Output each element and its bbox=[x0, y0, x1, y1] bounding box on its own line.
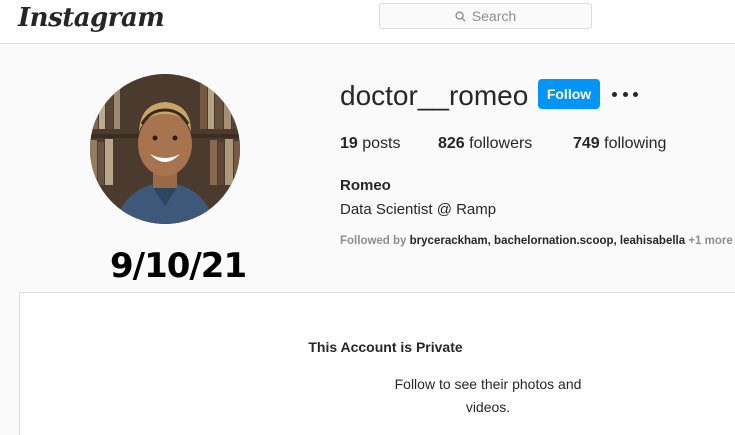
posts-count: 19 bbox=[340, 135, 358, 152]
private-subtitle: Follow to see their photos and videos. bbox=[394, 376, 582, 415]
top-nav-bar: Instagram Search bbox=[0, 0, 735, 44]
date-stamp-overlay: 9/10/21 bbox=[110, 246, 247, 286]
private-account-card: This Account is Private Follow to see th… bbox=[19, 292, 735, 435]
followers-label: followers bbox=[469, 135, 533, 152]
profile-full-name: Romeo bbox=[340, 177, 391, 194]
more-options-icon[interactable] bbox=[612, 84, 638, 104]
followers-count: 826 bbox=[438, 135, 465, 152]
avatar-photo bbox=[90, 74, 240, 224]
profile-bio: Data Scientist @ Ramp bbox=[340, 201, 497, 218]
followed-by-names: brycerackham, bachelornation.scoop, leah… bbox=[409, 235, 686, 247]
following-label: following bbox=[604, 135, 667, 152]
profile-avatar[interactable] bbox=[90, 74, 240, 224]
followed-by-line[interactable]: Followed by brycerackham, bachelornation… bbox=[340, 235, 733, 247]
followers-stat[interactable]: 826 followers bbox=[438, 135, 532, 153]
following-stat[interactable]: 749 following bbox=[573, 135, 666, 153]
dot bbox=[622, 91, 628, 97]
posts-stat: 19 posts bbox=[340, 135, 401, 153]
profile-username: doctor__romeo bbox=[340, 80, 529, 111]
following-count: 749 bbox=[573, 135, 600, 152]
private-title: This Account is Private bbox=[308, 339, 463, 355]
instagram-logo[interactable]: Instagram bbox=[18, 3, 165, 33]
followed-by-prefix: Followed by bbox=[340, 235, 407, 247]
dot bbox=[612, 91, 617, 97]
follow-button[interactable]: Follow bbox=[538, 79, 600, 109]
followed-by-more: +1 more bbox=[688, 235, 733, 247]
search-input[interactable]: Search bbox=[379, 3, 592, 29]
dot bbox=[633, 91, 638, 97]
posts-label: posts bbox=[362, 135, 401, 152]
search-placeholder: Search bbox=[471, 8, 517, 24]
search-icon bbox=[455, 10, 466, 22]
